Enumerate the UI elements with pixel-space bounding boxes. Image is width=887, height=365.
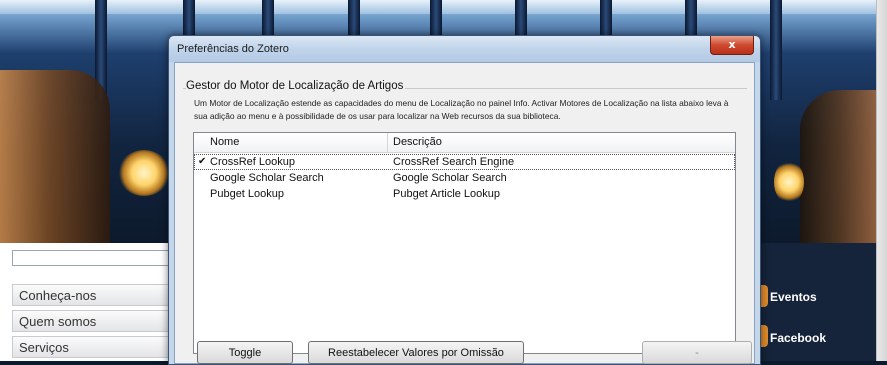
list-header: Nome Descrição (194, 133, 735, 153)
website-search-input[interactable] (12, 250, 174, 266)
group-title: Gestor do Motor de Localização de Artigo… (186, 80, 406, 92)
dialog-title: Preferências do Zotero (177, 43, 289, 55)
engine-name: CrossRef Lookup (210, 156, 295, 168)
column-header-description[interactable]: Descrição (393, 136, 442, 148)
list-item[interactable]: Google Scholar Search Google Scholar Sea… (194, 170, 735, 186)
engine-description: Pubget Article Lookup (393, 188, 501, 200)
checkmark-icon: ✔ (198, 156, 207, 167)
arch-left (0, 70, 110, 243)
engine-description: CrossRef Search Engine (393, 156, 515, 168)
engine-name: Pubget Lookup (210, 188, 285, 200)
skylight (0, 0, 887, 14)
lamp-left (118, 150, 170, 196)
page-scrollbar[interactable] (876, 0, 887, 361)
description-text: Um Motor de Localização estende as capac… (194, 98, 729, 121)
website-right-column: Eventos Facebook (758, 243, 887, 361)
engine-description: Google Scholar Search (393, 172, 507, 184)
link-eventos[interactable]: Eventos (770, 290, 817, 304)
lamp-right (774, 160, 804, 204)
engines-list[interactable]: Nome Descrição ✔ CrossRef Lookup CrossRe… (193, 132, 736, 354)
list-item[interactable]: Pubget Lookup Pubget Article Lookup (194, 186, 735, 202)
engine-name: Google Scholar Search (210, 172, 324, 184)
column-header-name[interactable]: Nome (210, 136, 239, 148)
column-separator[interactable] (387, 133, 388, 152)
close-button[interactable]: x (710, 36, 754, 55)
nav-quem-somos[interactable]: Quem somos (12, 310, 172, 332)
nav-servicos[interactable]: Serviços (12, 336, 172, 358)
list-item[interactable]: ✔ CrossRef Lookup CrossRef Search Engine (194, 154, 735, 170)
roof-beam (770, 0, 782, 100)
arch-right (800, 90, 887, 243)
nav-conheca-nos[interactable]: Conheça-nos (12, 284, 172, 306)
dialog-titlebar[interactable]: Preferências do Zotero x (169, 36, 760, 62)
link-facebook[interactable]: Facebook (770, 331, 826, 345)
zotero-preferences-dialog: Preferências do Zotero x Gestor do Motor… (168, 35, 761, 365)
